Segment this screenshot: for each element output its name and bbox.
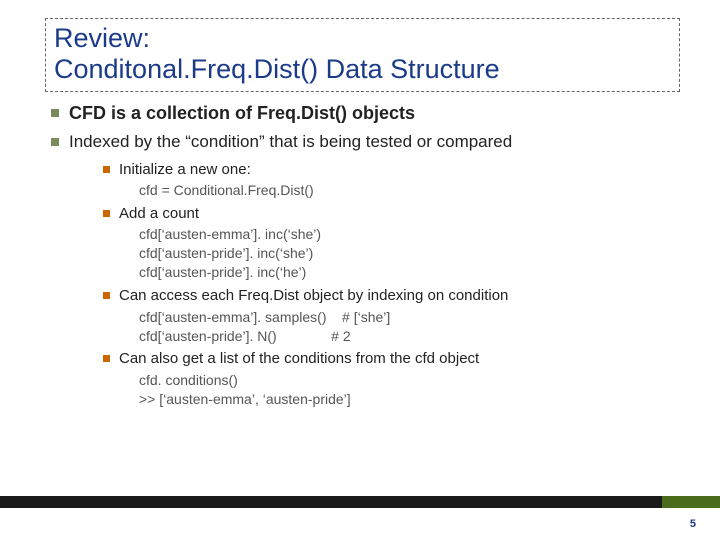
code-line: cfd = Conditional.Freq.Dist() — [139, 181, 680, 200]
code-block: cfd[‘austen-emma’]. inc(‘she’) cfd[‘aust… — [119, 225, 680, 282]
code-line: cfd[‘austen-pride’]. inc(‘she’) — [139, 244, 680, 263]
code-line: cfd. conditions() — [139, 371, 680, 390]
title-box: Review: Conditonal.Freq.Dist() Data Stru… — [45, 18, 680, 92]
subitem-add-count: Add a count cfd[‘austen-emma’]. inc(‘she… — [103, 204, 680, 282]
code-block: cfd[‘austen-emma’]. samples() # [‘she’] … — [119, 308, 680, 346]
title-line-1: Review: — [54, 23, 671, 54]
code-line: cfd[‘austen-pride’]. inc(‘he’) — [139, 263, 680, 282]
code-line: >> [‘austen-emma’, ‘austen-pride’] — [139, 390, 680, 409]
slide-content: Review: Conditonal.Freq.Dist() Data Stru… — [0, 0, 720, 409]
page-number: 5 — [690, 518, 696, 530]
bottom-bar — [0, 496, 720, 508]
subitem-access-by-index: Can access each Freq.Dist object by inde… — [103, 286, 680, 345]
subitem-title: Add a count — [119, 204, 680, 224]
bullet-item-indexed-by-condition: Indexed by the “condition” that is being… — [51, 131, 680, 408]
subitem-title: Can also get a list of the conditions fr… — [119, 349, 680, 369]
title-line-2: Conditonal.Freq.Dist() Data Structure — [54, 54, 671, 85]
code-line: cfd[‘austen-pride’]. N() # 2 — [139, 327, 680, 346]
code-block: cfd. conditions() >> [‘austen-emma’, ‘au… — [119, 371, 680, 409]
subitem-list-conditions: Can also get a list of the conditions fr… — [103, 349, 680, 408]
bar-segment-green — [662, 496, 720, 508]
bullet-text: CFD is a collection of Freq.Dist() objec… — [69, 103, 415, 123]
bullet-text: Indexed by the “condition” that is being… — [69, 132, 512, 151]
bullet-item-cfd-collection: CFD is a collection of Freq.Dist() objec… — [51, 102, 680, 125]
subitem-initialize: Initialize a new one: cfd = Conditional.… — [103, 160, 680, 200]
bullet-list-level1: CFD is a collection of Freq.Dist() objec… — [45, 102, 680, 409]
code-line: cfd[‘austen-emma’]. samples() # [‘she’] — [139, 308, 680, 327]
code-block: cfd = Conditional.Freq.Dist() — [119, 181, 680, 200]
subitem-title: Initialize a new one: — [119, 160, 680, 180]
subitem-title: Can access each Freq.Dist object by inde… — [119, 286, 680, 306]
bullet-list-level2: Initialize a new one: cfd = Conditional.… — [69, 160, 680, 409]
code-line: cfd[‘austen-emma’]. inc(‘she’) — [139, 225, 680, 244]
bar-segment-dark — [0, 496, 662, 508]
